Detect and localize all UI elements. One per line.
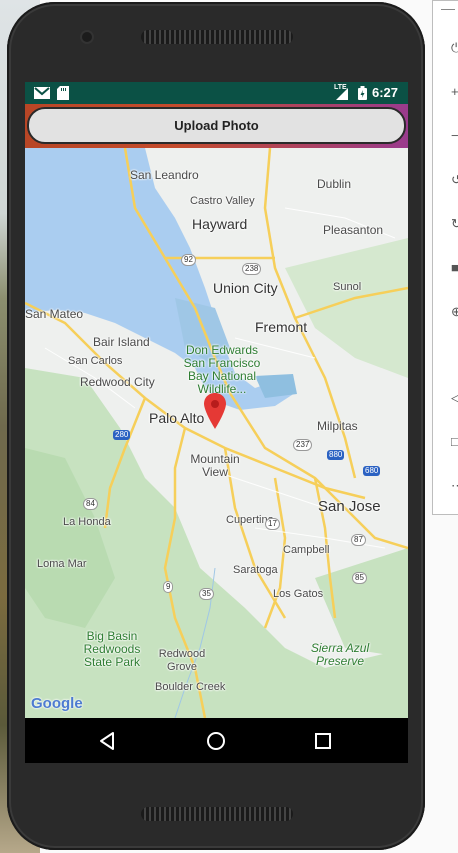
top-speaker: [141, 30, 293, 44]
map-label-milpitas: Milpitas: [317, 419, 358, 433]
map-label-union-city: Union City: [213, 280, 278, 296]
map-label-pleasanton: Pleasanton: [323, 223, 384, 237]
highway-shield: 17: [265, 518, 280, 530]
emulator-side-toolbar: ⏻ + − ↺ ↻ ■ ⊕ ◁ □ ⋯: [432, 0, 458, 515]
highway-shield: 280: [113, 430, 131, 440]
gmail-icon: [34, 87, 50, 99]
map-label-saratoga: Saratoga: [233, 564, 278, 576]
navigation-bar: [25, 718, 408, 763]
status-bar: LTE 6:27: [25, 82, 408, 104]
highway-shield: 237: [293, 439, 313, 451]
camera-icon[interactable]: ■: [451, 261, 458, 275]
google-logo: Google: [31, 695, 83, 712]
volume-up-icon[interactable]: +: [451, 85, 458, 99]
highway-shield: 880: [327, 450, 345, 460]
map-label-mountain-view: Mountain View: [190, 452, 240, 479]
signal-icon: [336, 88, 348, 100]
highway-shield: 92: [181, 254, 196, 266]
bottom-speaker: [141, 807, 293, 821]
map-label-fremont: Fremont: [255, 319, 308, 335]
app-content: Upload Photo San Leandro Castro Valley D…: [25, 104, 408, 718]
sd-card-icon: [57, 86, 69, 100]
minimize-icon[interactable]: [441, 9, 455, 10]
map-label-castro-valley: Castro Valley: [190, 195, 255, 207]
battery-icon: [358, 86, 367, 100]
overview-tool-icon[interactable]: □: [451, 435, 458, 449]
map-view[interactable]: San Leandro Castro Valley Dublin Hayward…: [25, 148, 408, 718]
highway-shield: 84: [83, 498, 98, 510]
map-label-san-carlos: San Carlos: [68, 355, 123, 367]
zoom-icon[interactable]: ⊕: [451, 305, 458, 319]
highway-shield: 35: [199, 588, 214, 600]
map-label-los-gatos: Los Gatos: [273, 588, 324, 600]
location-pin-icon[interactable]: [204, 393, 226, 429]
back-tool-icon[interactable]: ◁: [451, 391, 458, 405]
map-label-sunol: Sunol: [333, 281, 362, 293]
home-icon[interactable]: [204, 729, 228, 753]
map-label-san-leandro: San Leandro: [130, 168, 199, 182]
map-label-loma-mar: Loma Mar: [37, 558, 87, 570]
app-header: Upload Photo: [25, 104, 408, 148]
map-label-big-basin: Big Basin Redwoods State Park: [83, 629, 141, 669]
device-screen: LTE 6:27 Upload Photo San Leandro Castro…: [25, 82, 408, 763]
map-label-san-jose: San Jose: [318, 498, 381, 515]
highway-shield: 680: [363, 466, 381, 476]
more-icon[interactable]: ⋯: [451, 479, 458, 493]
map-label-redwood-grove: Redwood Grove: [158, 648, 206, 673]
map-label-palo-alto: Palo Alto: [149, 410, 205, 426]
back-icon[interactable]: [96, 729, 120, 753]
rotate-left-icon[interactable]: ↺: [451, 173, 458, 187]
highway-shield: 85: [352, 572, 367, 584]
power-icon[interactable]: ⏻: [451, 41, 458, 55]
map-label-sierra-azul: Sierra Azul Preserve: [310, 641, 370, 668]
highway-shield: 238: [242, 263, 262, 275]
map-label-don-edwards-refuge: Don Edwards San Francisco Bay National W…: [183, 343, 261, 396]
map-label-bair-island: Bair Island: [93, 335, 150, 349]
upload-photo-button[interactable]: Upload Photo: [27, 107, 406, 144]
volume-down-icon[interactable]: −: [451, 129, 458, 143]
recents-icon[interactable]: [311, 729, 335, 753]
front-camera: [82, 32, 92, 42]
map-label-dublin: Dublin: [317, 177, 352, 191]
map-label-san-mateo: San Mateo: [25, 307, 84, 321]
map-label-la-honda: La Honda: [63, 516, 111, 528]
rotate-right-icon[interactable]: ↻: [451, 217, 458, 231]
map-label-boulder-creek: Boulder Creek: [155, 681, 226, 693]
map-label-campbell: Campbell: [283, 544, 330, 556]
status-time: 6:27: [371, 85, 398, 100]
map-label-hayward: Hayward: [192, 216, 248, 232]
highway-shield: 87: [351, 534, 366, 546]
map-label-redwood-city: Redwood City: [80, 375, 155, 389]
